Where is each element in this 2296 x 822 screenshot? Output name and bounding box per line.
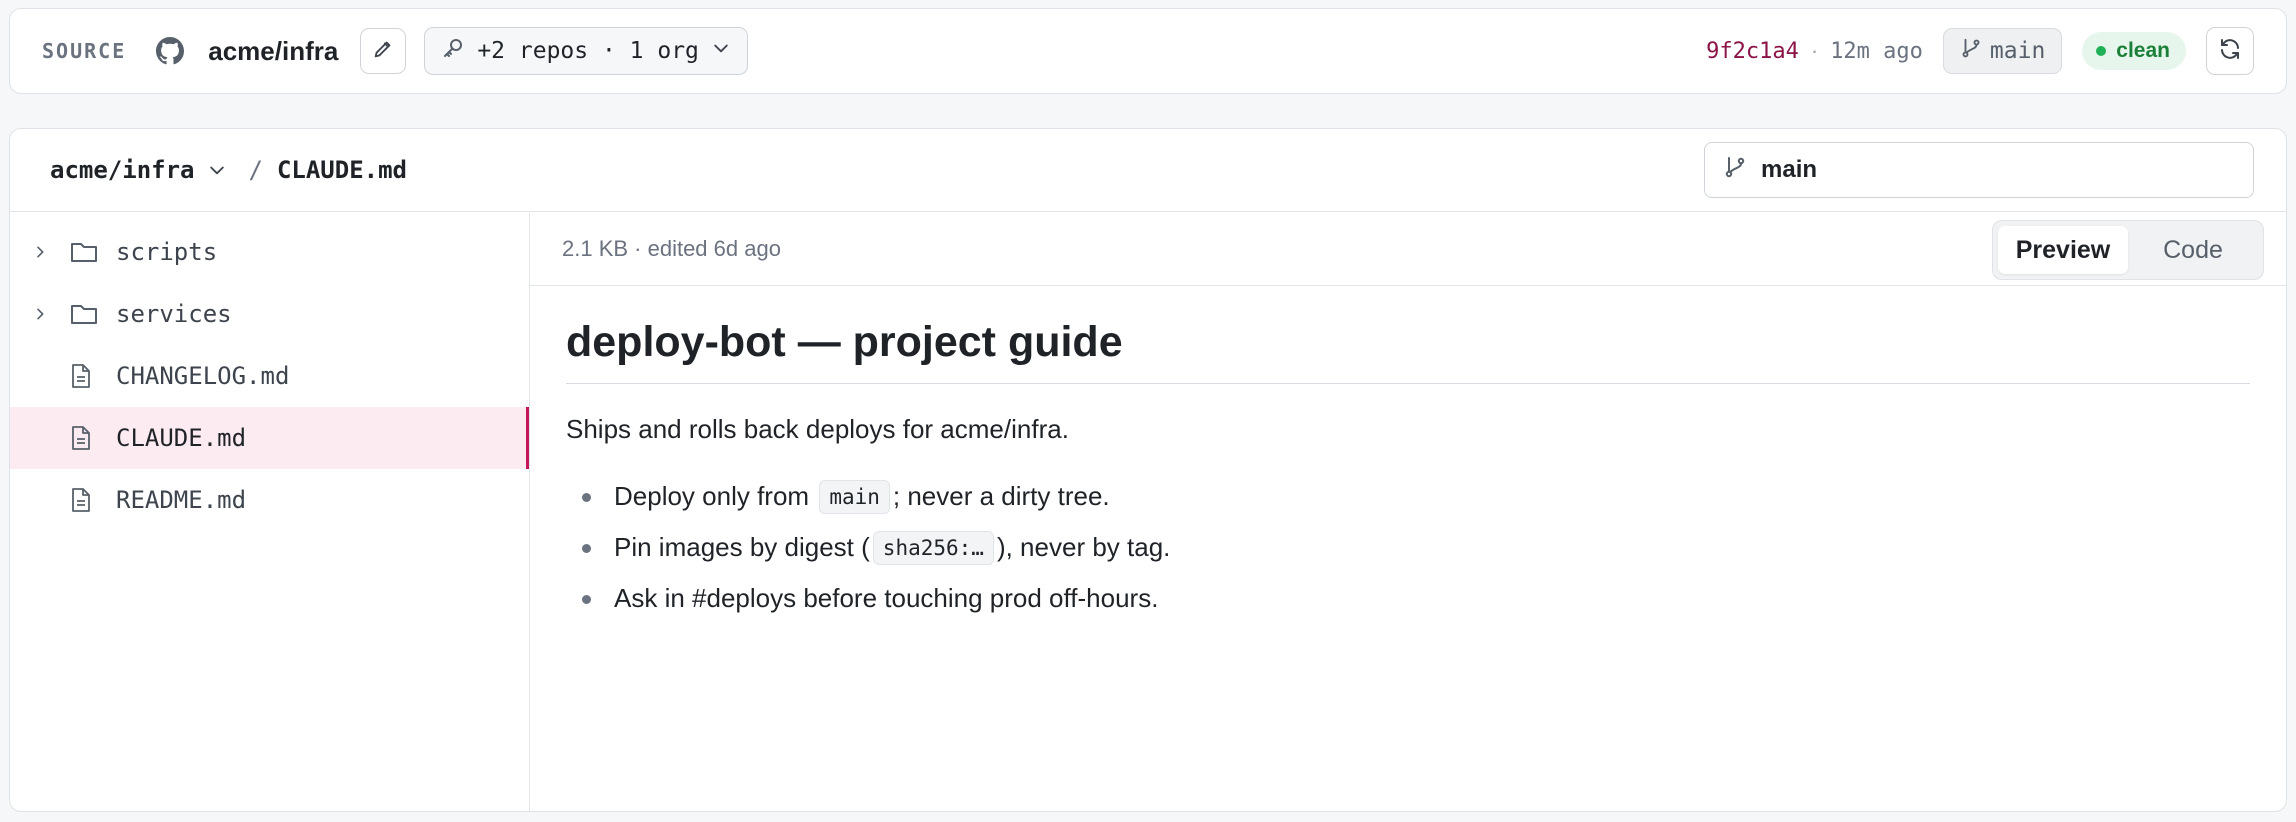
file-meta: 2.1 KB · edited 6d ago [562, 236, 781, 261]
file-icon [70, 487, 100, 513]
tree-item-label: CLAUDE.md [116, 424, 247, 452]
commit-sha[interactable]: 9f2c1a4 [1706, 39, 1799, 64]
github-icon [156, 36, 186, 66]
doc-bullet-list: Deploy only from main ; never a dirty tr… [566, 471, 2250, 624]
source-label: SOURCE [42, 39, 127, 63]
list-item: Pin images by digest ( sha256:… ), never… [566, 522, 2250, 573]
chevron-down-icon [711, 38, 731, 64]
tree-item-services[interactable]: services [10, 283, 529, 345]
bullet-text: Pin images by digest ( [614, 532, 870, 562]
code-tab[interactable]: Code [2128, 226, 2258, 274]
edit-source-button[interactable] [360, 28, 407, 74]
folder-icon [70, 302, 100, 326]
refresh-button[interactable] [2206, 27, 2254, 75]
branch-pill[interactable]: main [1942, 28, 2063, 74]
tree-item-label: services [116, 300, 232, 328]
doc-intro: Ships and rolls back deploys for acme/in… [566, 414, 1069, 444]
markdown-preview: deploy-bot — project guide Ships and rol… [530, 286, 2286, 624]
repo-chevron-down-icon[interactable] [207, 160, 227, 180]
branch-selector[interactable]: main [1704, 142, 2254, 198]
key-icon [441, 36, 465, 66]
status-dot-icon [2096, 46, 2107, 56]
tree-item-label: CHANGELOG.md [116, 362, 290, 390]
breadcrumb-separator: / [248, 156, 263, 184]
tree-item-claude[interactable]: CLAUDE.md [10, 407, 529, 469]
bullet-text: ; never a dirty tree. [892, 481, 1110, 511]
source-bar: SOURCE acme/infra +2 repos · 1 org 9f2c1… [9, 8, 2287, 94]
inline-code: main [819, 479, 890, 514]
file-tree: scripts services CHANGELOG.md CLAUDE.md … [10, 213, 530, 811]
commit-age: 12m ago [1830, 38, 1923, 64]
branch-selector-value: main [1761, 156, 1818, 183]
status-badge: clean [2082, 32, 2186, 70]
bullet-text: ), never by tag. [996, 532, 1171, 562]
tree-item-changelog[interactable]: CHANGELOG.md [10, 345, 529, 407]
refresh-icon [2218, 37, 2242, 66]
doc-title: deploy-bot — project guide [566, 318, 2250, 384]
list-item: Deploy only from main ; never a dirty tr… [566, 471, 2250, 522]
inline-code: sha256:… [872, 530, 994, 565]
chevron-right-icon[interactable] [32, 306, 50, 322]
pencil-icon [372, 38, 394, 65]
source-repo-name: acme/infra [208, 35, 339, 66]
access-scope-label: +2 repos · 1 org [477, 38, 699, 64]
chevron-right-icon[interactable] [32, 244, 50, 260]
branch-pill-label: main [1989, 38, 2046, 64]
file-content: 2.1 KB · edited 6d ago Preview Code depl… [530, 213, 2286, 811]
status-label: clean [2116, 39, 2170, 62]
access-scope-dropdown[interactable]: +2 repos · 1 org [424, 27, 748, 75]
folder-icon [70, 240, 100, 264]
branch-icon [1723, 155, 1747, 186]
view-toggle: Preview Code [1992, 220, 2264, 280]
breadcrumb-file: CLAUDE.md [276, 156, 407, 184]
breadcrumb-repo[interactable]: acme/infra [50, 156, 195, 184]
tree-item-label: scripts [116, 238, 218, 266]
bullet-text: Deploy only from [614, 481, 817, 511]
meta-separator: · [1810, 38, 1819, 63]
file-icon [70, 425, 100, 451]
tree-item-scripts[interactable]: scripts [10, 221, 529, 283]
file-icon [70, 363, 100, 389]
preview-tab[interactable]: Preview [1998, 226, 2128, 274]
list-item: Ask in #deploys before touching prod off… [566, 573, 2250, 624]
bullet-text: Ask in #deploys before touching prod off… [614, 583, 1159, 613]
tree-item-readme[interactable]: README.md [10, 469, 529, 531]
tree-item-label: README.md [116, 486, 247, 514]
file-browser-panel: acme/infra / CLAUDE.md main scripts serv… [9, 128, 2287, 812]
branch-icon [1960, 37, 1982, 65]
